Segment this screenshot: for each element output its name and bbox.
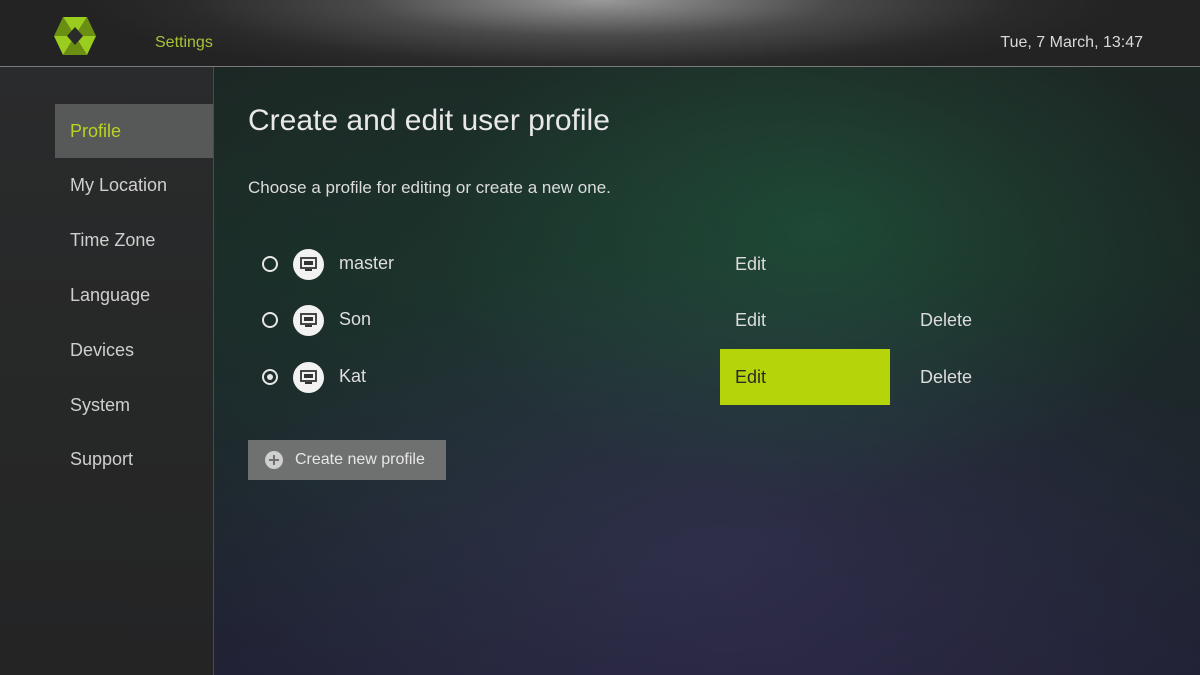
sidebar-item-language[interactable]: Language <box>55 268 213 322</box>
sidebar-item-time-zone[interactable]: Time Zone <box>55 213 213 267</box>
profile-row: master Edit <box>248 236 1008 292</box>
create-profile-button[interactable]: Create new profile <box>248 440 446 480</box>
edit-button-focused[interactable]: Edit <box>720 349 890 405</box>
tv-icon <box>293 305 324 336</box>
profile-radio[interactable] <box>262 256 278 272</box>
settings-title: Settings <box>155 34 213 51</box>
profile-row: Kat Edit Delete <box>248 349 1008 405</box>
tv-icon <box>293 249 324 280</box>
top-bar: Settings Tue, 7 March, 13:47 <box>0 0 1200 67</box>
profile-radio-selected[interactable] <box>262 369 278 385</box>
settings-screen: Settings Tue, 7 March, 13:47 Profile My … <box>0 0 1200 675</box>
profile-name: Kat <box>339 366 367 386</box>
page-subtitle: Choose a profile for editing or create a… <box>248 178 611 197</box>
brand-logo-icon <box>54 15 96 57</box>
profile-row: Son Edit Delete <box>248 292 1008 348</box>
profile-radio[interactable] <box>262 312 278 328</box>
delete-button[interactable]: Delete <box>905 292 1005 348</box>
sidebar-item-profile[interactable]: Profile <box>55 104 213 158</box>
sidebar-item-my-location[interactable]: My Location <box>55 158 213 212</box>
edit-button[interactable]: Edit <box>720 292 890 348</box>
plus-circle-icon <box>265 451 283 469</box>
create-profile-label: Create new profile <box>295 451 425 468</box>
date-time: Tue, 7 March, 13:47 <box>1000 34 1143 51</box>
page-title: Create and edit user profile <box>248 104 610 137</box>
sidebar: Profile My Location Time Zone Language D… <box>0 67 214 675</box>
sidebar-item-devices[interactable]: Devices <box>55 323 213 377</box>
profile-name: Son <box>339 309 372 329</box>
edit-button[interactable]: Edit <box>720 236 890 292</box>
tv-icon <box>293 362 324 393</box>
profile-name: master <box>339 253 395 273</box>
delete-button[interactable]: Delete <box>905 349 1005 405</box>
sidebar-item-system[interactable]: System <box>55 378 213 432</box>
sidebar-item-support[interactable]: Support <box>55 432 213 486</box>
